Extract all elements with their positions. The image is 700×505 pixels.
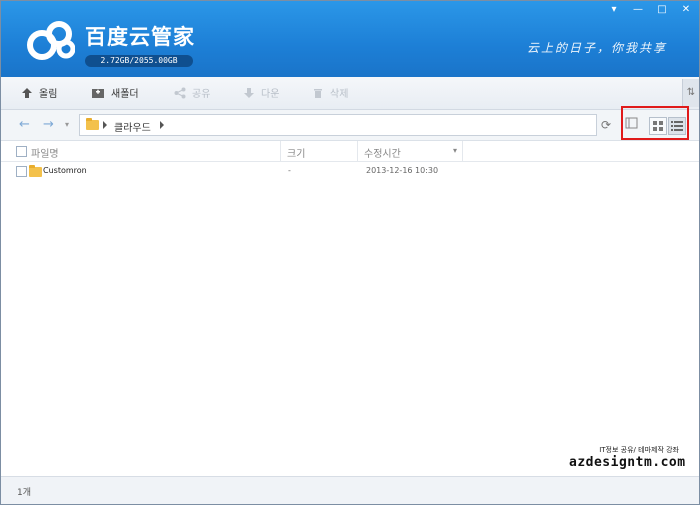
upload-button[interactable]: 올림 — [21, 85, 57, 100]
watermark-caption: IT정보 공유/ 테마제작 강좌 — [599, 446, 679, 454]
list-view-button[interactable] — [668, 117, 686, 135]
download-arrow-icon — [244, 87, 254, 98]
share-label: 공유 — [192, 89, 211, 100]
status-bar: 1개 — [1, 476, 699, 504]
delete-label: 삭제 — [330, 89, 349, 100]
breadcrumb-cloud[interactable]: 클라우드 — [114, 119, 151, 134]
folder-icon — [29, 165, 42, 177]
app-title: 百度云管家 — [85, 25, 195, 49]
baidu-cloud-window: 百度云管家 2.72GB/2055.00GB 云上的日子，你我共享 ▾ — □ … — [0, 0, 700, 505]
file-list-header: 파일명 크기 수정시간 ▾ — [1, 141, 699, 162]
new-folder-label: 새폴더 — [111, 89, 139, 100]
column-divider[interactable] — [462, 141, 463, 161]
download-label: 다운 — [261, 89, 280, 100]
list-view-icon — [671, 121, 683, 131]
navigation-bar: ← → ▾ 클라우드 ⟳ — [1, 110, 699, 141]
close-icon[interactable]: ✕ — [679, 4, 693, 16]
window-controls: ▾ — □ ✕ — [607, 4, 693, 16]
grid-view-button[interactable] — [649, 117, 667, 135]
select-all-checkbox[interactable] — [16, 146, 27, 157]
share-icon — [174, 87, 186, 98]
path-separator-icon[interactable] — [160, 121, 164, 129]
sidebar-toggle-icon[interactable]: ⇅ — [682, 79, 699, 107]
watermark-site: azdesigntm.com — [569, 455, 686, 470]
app-slogan: 云上的日子，你我共享 — [527, 41, 668, 55]
share-button[interactable]: 공유 — [174, 85, 210, 100]
app-header: 百度云管家 2.72GB/2055.00GB 云上的日子，你我共享 ▾ — □ … — [1, 1, 699, 77]
refresh-icon[interactable]: ⟳ — [601, 118, 611, 132]
maximize-icon[interactable]: □ — [655, 4, 669, 16]
path-separator-icon[interactable] — [103, 121, 107, 129]
delete-button[interactable]: 삭제 — [312, 85, 348, 100]
file-name[interactable]: Customron — [43, 166, 87, 175]
sort-dropdown-icon[interactable]: ▾ — [453, 146, 457, 155]
history-dropdown-icon[interactable]: ▾ — [65, 120, 69, 129]
column-size[interactable]: 크기 — [287, 145, 305, 160]
item-count: 1개 — [17, 488, 32, 498]
menu-dropdown-icon[interactable]: ▾ — [607, 4, 621, 16]
watermark: IT정보 공유/ 테마제작 강좌 azdesigntm.com — [569, 445, 686, 470]
file-modified: 2013-12-16 10:30 — [366, 166, 439, 175]
new-folder-icon — [92, 88, 104, 98]
file-row[interactable]: Customron - 2013-12-16 10:30 — [1, 163, 699, 179]
minimize-icon[interactable]: — — [631, 4, 645, 16]
column-name[interactable]: 파일명 — [31, 145, 59, 160]
grid-view-icon — [653, 121, 663, 131]
download-button[interactable]: 다운 — [243, 85, 279, 100]
main-toolbar: 올림 새폴더 공유 다운 삭제 — [1, 77, 699, 110]
upload-label: 올림 — [39, 89, 58, 100]
file-size: - — [288, 166, 291, 175]
column-modified[interactable]: 수정시간 — [364, 145, 401, 160]
forward-arrow-icon[interactable]: → — [43, 117, 54, 132]
new-folder-button[interactable]: 새폴더 — [91, 85, 139, 100]
upload-arrow-icon — [22, 87, 32, 98]
file-checkbox[interactable] — [16, 166, 27, 177]
address-bar[interactable]: 클라우드 — [79, 114, 597, 136]
baidu-cloud-logo-icon — [27, 21, 75, 60]
storage-quota-badge: 2.72GB/2055.00GB — [85, 55, 193, 67]
trash-icon — [314, 88, 322, 98]
back-arrow-icon[interactable]: ← — [19, 117, 30, 132]
column-divider[interactable] — [280, 141, 281, 161]
folder-icon — [86, 118, 99, 130]
column-divider[interactable] — [357, 141, 358, 161]
